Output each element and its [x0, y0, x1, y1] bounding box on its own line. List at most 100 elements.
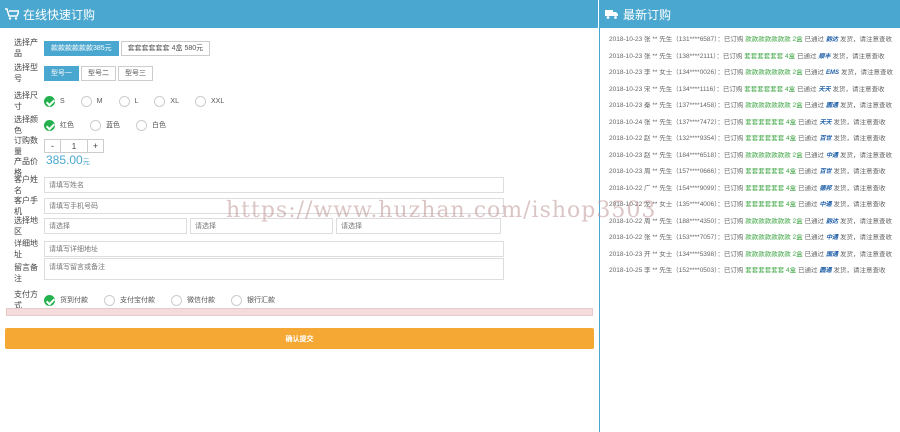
- phone-row: 客户手机 请填写手机号码: [14, 195, 504, 217]
- size-option-xl[interactable]: XL: [154, 95, 179, 107]
- order-text: 2018-10-22 赵 ** 先生（132****9354）：已订购: [609, 135, 744, 142]
- submit-progress-bar: [6, 308, 593, 316]
- order-form-panel: 在线快速订购 选择产品 款款款款款款385元 套套套套套套 4盒 580元 选择…: [0, 0, 598, 432]
- address-input[interactable]: 请填写详细地址: [44, 241, 504, 257]
- model-option-2[interactable]: 型号二: [81, 65, 116, 81]
- phone-input[interactable]: 请填写手机号码: [44, 198, 504, 214]
- order-list-item: 2018-10-23 李 ** 女士（134****0026）：已订购 款款款款…: [609, 69, 899, 86]
- order-text: 2018-10-22 龙 ** 女士（135****4006）：已订购: [609, 201, 744, 208]
- order-product: 款款款款款款款 2盒: [745, 102, 803, 109]
- product-option-1[interactable]: 款款款款款款385元: [44, 40, 119, 56]
- courier-logo-icon: 百世: [819, 169, 832, 175]
- courier-logo-icon: 中通: [825, 152, 838, 159]
- order-product: 款款款款款款款 2盒: [745, 69, 803, 76]
- quantity-input[interactable]: 1: [60, 140, 88, 152]
- order-product: 套套套套套套 4盒: [745, 184, 797, 192]
- order-list-item: 2018-10-23 秦 ** 先生（137****1458）：已订购 款款款款…: [609, 102, 899, 119]
- shopping-cart-icon: [5, 8, 19, 20]
- remark-textarea[interactable]: 请填写留言或备注: [44, 258, 504, 280]
- order-list-item: 2018-10-22 龙 ** 女士（135****4006）：已订购 套套套套…: [609, 201, 899, 218]
- order-list-item: 2018-10-23 周 ** 先生（157****0666）：已订购 套套套套…: [609, 168, 899, 185]
- radio-icon[interactable]: [154, 95, 166, 107]
- order-tail: 发货，请注意查收: [833, 118, 886, 126]
- order-status: 已通过: [796, 85, 817, 93]
- payment-option-cod[interactable]: 货到付款: [44, 294, 88, 306]
- recent-orders-panel: 最新订购 2018-10-23 张 ** 先生（131****6587）：已订购…: [599, 0, 900, 432]
- quantity-minus-button[interactable]: -: [45, 140, 60, 152]
- submit-button[interactable]: 确认提交: [5, 328, 594, 349]
- size-option-m[interactable]: M: [80, 95, 103, 107]
- order-status: 已通过: [804, 151, 824, 159]
- city-select[interactable]: 请选择: [190, 218, 333, 234]
- recent-orders-title: 最新订购: [623, 7, 672, 22]
- recent-orders-header: 最新订购: [600, 0, 900, 28]
- order-product: 套套套套套套 4盒: [745, 267, 797, 274]
- courier-logo-icon: 天天: [819, 119, 832, 126]
- order-form-header: 在线快速订购: [0, 0, 598, 28]
- radio-checked-icon[interactable]: [44, 119, 55, 131]
- payment-option-bank[interactable]: 银行汇款: [231, 294, 275, 306]
- radio-icon[interactable]: [194, 95, 206, 107]
- product-option-2[interactable]: 套套套套套套 4盒 580元: [120, 40, 211, 56]
- size-label: 选择尺寸: [14, 91, 38, 111]
- region-row: 选择地区 请选择 请选择 请选择: [14, 215, 501, 237]
- size-option-s[interactable]: S: [44, 95, 65, 107]
- radio-icon[interactable]: [104, 294, 115, 306]
- order-list-item: 2018-10-23 张 ** 先生（131****6587）：已订购 款款款款…: [609, 36, 899, 53]
- name-label: 客户姓名: [14, 175, 38, 195]
- quantity-plus-button[interactable]: +: [88, 140, 103, 152]
- radio-icon[interactable]: [118, 95, 130, 107]
- order-list-item: 2018-10-23 赵 ** 先生（184****6518）：已订购 款款款款…: [609, 152, 899, 169]
- order-product: 款款款款款款款 2盒: [745, 234, 803, 241]
- size-option-xxl[interactable]: XXL: [194, 95, 224, 107]
- order-tail: 发货，请注意查收: [839, 151, 892, 159]
- color-option-red[interactable]: 红色: [44, 119, 74, 131]
- order-status: 已通过: [804, 234, 824, 241]
- courier-logo-icon: 德邦: [819, 185, 832, 192]
- radio-icon[interactable]: [171, 294, 182, 306]
- radio-icon[interactable]: [80, 95, 92, 107]
- courier-logo-icon: 天天: [818, 86, 831, 93]
- price-value: 385.00: [46, 153, 83, 167]
- order-product: 款款款款款款款 2盒: [745, 151, 803, 159]
- province-select[interactable]: 请选择: [44, 218, 187, 234]
- radio-icon[interactable]: [90, 119, 101, 131]
- order-list-item: 2018-10-22 广 ** 先生（154****9099）：已订购 套套套套…: [609, 185, 899, 202]
- name-input[interactable]: 请填写姓名: [44, 177, 504, 193]
- order-product: 套套套套套套 4盒: [745, 118, 797, 126]
- order-tail: 发货，请注意查收: [833, 168, 886, 175]
- courier-logo-icon: 圆通: [819, 268, 832, 274]
- order-text: 2018-10-23 张 ** 先生（131****6587）：已订购: [609, 36, 744, 43]
- color-option-blue[interactable]: 蓝色: [90, 119, 120, 131]
- order-text: 2018-10-23 秦 ** 先生（137****1458）：已订购: [609, 102, 744, 109]
- radio-icon[interactable]: [136, 119, 147, 131]
- model-option-3[interactable]: 型号三: [118, 65, 153, 81]
- radio-checked-icon[interactable]: [44, 294, 55, 306]
- order-status: 已通过: [797, 184, 818, 192]
- radio-checked-icon[interactable]: [44, 95, 55, 107]
- order-product: 套套套套套套 4盒: [744, 85, 796, 93]
- order-status: 已通过: [804, 69, 824, 76]
- order-text: 2018-10-23 周 ** 先生（157****0666）：已订购: [609, 168, 744, 175]
- order-list-item: 2018-10-25 李 ** 先生（152****0503）：已订购 套套套套…: [609, 267, 899, 284]
- payment-option-wechat[interactable]: 微信付款: [171, 294, 215, 306]
- order-tail: 发货，请注意查收: [839, 234, 892, 241]
- order-product: 套套套套套套 4盒: [745, 201, 797, 208]
- district-select[interactable]: 请选择: [336, 218, 501, 234]
- radio-icon[interactable]: [231, 294, 242, 306]
- color-option-white[interactable]: 白色: [136, 119, 166, 131]
- address-row: 详细地址 请填写详细地址: [14, 238, 504, 260]
- order-tail: 发货，请注意查收: [839, 217, 892, 225]
- payment-option-alipay[interactable]: 支付宝付款: [104, 294, 155, 306]
- order-list-item: 2018-10-23 张 ** 先生（138****2111）：已订购 套套套套…: [609, 53, 899, 70]
- order-product: 套套套套套套 4盒: [745, 135, 797, 142]
- order-status: 已通过: [797, 267, 818, 274]
- order-product: 款款款款款款款 2盒: [745, 217, 803, 225]
- order-tail: 发货，请注意查收: [833, 184, 886, 192]
- order-tail: 发货，请注意查收: [832, 85, 885, 93]
- order-tail: 发货，请注意查收: [839, 102, 892, 109]
- color-label: 选择颜色: [14, 115, 38, 135]
- model-option-1[interactable]: 型号一: [44, 65, 79, 81]
- price-unit: 元: [82, 159, 90, 166]
- size-option-l[interactable]: L: [118, 95, 138, 107]
